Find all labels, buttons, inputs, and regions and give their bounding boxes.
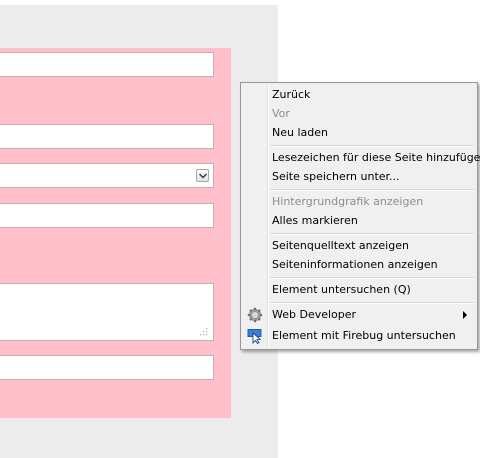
menu-item-reload[interactable]: Neu laden (243, 123, 475, 142)
menu-item-label: Neu laden (272, 126, 328, 139)
menu-item-label: Element mit Firebug untersuchen (272, 329, 456, 342)
text-field-3[interactable] (0, 203, 214, 228)
menu-item-label: Alles markieren (272, 214, 358, 227)
menu-item-forward[interactable]: Vor (243, 104, 475, 123)
menu-separator (270, 277, 474, 279)
menu-item-label: Zurück (272, 88, 311, 101)
menu-item-label: Hintergrundgrafik anzeigen (272, 195, 424, 208)
menu-item-page-info[interactable]: Seiteninformationen anzeigen (243, 255, 475, 274)
menu-separator (270, 233, 474, 235)
menu-separator (270, 189, 474, 191)
gear-icon (247, 307, 263, 323)
menu-item-label: Vor (272, 107, 290, 120)
resize-grip-icon[interactable] (199, 327, 208, 336)
menu-item-select-all[interactable]: Alles markieren (243, 211, 475, 230)
menu-item-label: Web Developer (272, 308, 357, 321)
text-field-1[interactable] (0, 52, 214, 77)
menu-item-view-background[interactable]: Hintergrundgrafik anzeigen (243, 192, 475, 211)
menu-item-web-developer[interactable]: Web Developer (243, 305, 475, 324)
menu-item-back[interactable]: Zurück (243, 85, 475, 104)
menu-separator (270, 145, 474, 147)
menu-item-label: Seite speichern unter... (272, 170, 400, 183)
menu-item-bookmark[interactable]: Lesezeichen für diese Seite hinzufügen (243, 148, 480, 167)
context-menu: Zurück Vor Neu laden Lesezeichen für die… (240, 82, 480, 350)
firebug-inspect-icon (247, 329, 262, 344)
menu-item-label: Element untersuchen (Q) (272, 283, 411, 296)
menu-item-label: Seitenquelltext anzeigen (272, 239, 409, 252)
menu-separator (270, 302, 474, 304)
submenu-arrow-icon (463, 311, 467, 319)
menu-item-view-source[interactable]: Seitenquelltext anzeigen (243, 236, 475, 255)
menu-item-inspect-element[interactable]: Element untersuchen (Q) (243, 280, 475, 299)
text-field-2[interactable] (0, 124, 214, 149)
textarea-field[interactable] (0, 283, 214, 341)
menu-item-save-page[interactable]: Seite speichern unter... (243, 167, 475, 186)
dropdown-arrow-icon[interactable] (196, 169, 209, 182)
select-field[interactable] (0, 163, 214, 188)
text-field-4[interactable] (0, 355, 214, 380)
menu-item-label: Seiteninformationen anzeigen (272, 258, 438, 271)
menu-item-firebug-inspect[interactable]: Element mit Firebug untersuchen (243, 326, 475, 345)
menu-item-label: Lesezeichen für diese Seite hinzufügen (272, 151, 480, 164)
